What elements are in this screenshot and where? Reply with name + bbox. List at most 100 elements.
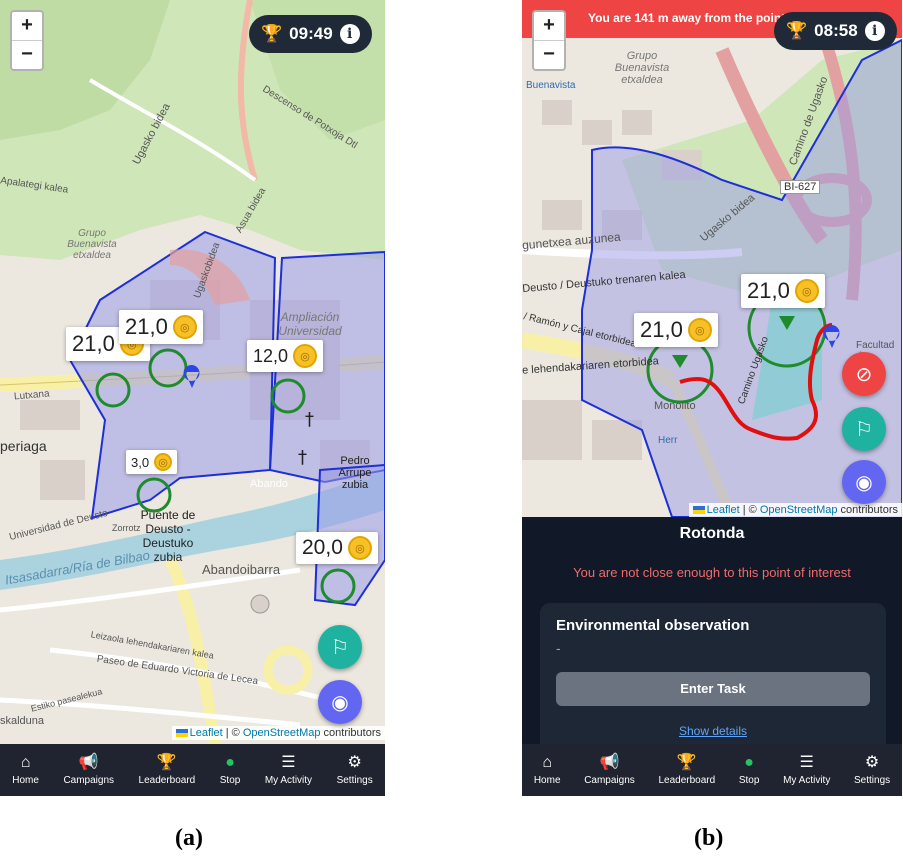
megaphone-icon: 📢 [599, 754, 620, 771]
bottom-nav: ⌂ Home 📢 Campaigns 🏆 Leaderboard ● Stop ☰ My … [0, 744, 385, 796]
poi-marker[interactable]: 21,0 ◎ [119, 310, 203, 344]
nav-settings[interactable]: ⚙ Settings [337, 754, 373, 786]
poi-title: Rotonda [679, 525, 745, 542]
poi-marker[interactable]: 21,0 ◎ [634, 313, 718, 347]
nav-label: My Activity [264, 775, 313, 786]
list-icon: ☰ [281, 754, 296, 771]
list-icon: ☰ [799, 754, 814, 771]
poi-value: 21,0 [72, 331, 115, 356]
nav-label: Leaderboard [138, 775, 196, 786]
nav-label: Home [533, 775, 561, 786]
nav-label: Settings [336, 775, 373, 786]
poi-value: 12,0 [253, 345, 289, 366]
map-label: Herr [658, 435, 678, 446]
map-label: Zorrotz [112, 523, 141, 533]
zoom-out-button[interactable]: − [534, 40, 564, 69]
location-icon: ◉ [331, 691, 349, 714]
zoom-control: + − [10, 10, 44, 71]
enter-task-button[interactable]: Enter Task [556, 672, 870, 706]
nav-label: My Activity [783, 775, 831, 786]
trophy-icon: 🏆 [676, 754, 697, 771]
nav-home[interactable]: ⌂ Home [12, 754, 39, 786]
nav-label: Leaderboard [658, 775, 716, 786]
map-pin-icon: ● [744, 754, 754, 771]
locate-button[interactable]: ◉ [842, 460, 886, 504]
zoom-control: + − [532, 10, 566, 71]
nav-label: Stop [219, 775, 241, 786]
osm-link[interactable]: OpenStreetMap [760, 504, 838, 516]
leaflet-link[interactable]: Leaflet [707, 504, 740, 516]
timer-pill[interactable]: 🏆 09:49 i [249, 15, 372, 53]
poi-value: 20,0 [302, 536, 343, 559]
bottom-nav: ⌂ Home 📢 Campaigns 🏆 Leaderboard ● Stop ☰ My … [522, 744, 902, 796]
map-label: skalduna [0, 715, 45, 727]
attribution-suffix: contributors [320, 727, 381, 739]
nav-stop[interactable]: ● Stop [220, 754, 241, 786]
map-label: Grupo Buenavista etxaldea [67, 228, 117, 261]
coin-icon: ◎ [794, 279, 819, 303]
timer-pill[interactable]: 🏆 08:58 i [774, 12, 897, 50]
route-icon: ⚐ [855, 418, 873, 441]
route-button[interactable]: ⚐ [318, 625, 362, 669]
nav-label: Campaigns [584, 775, 635, 786]
info-icon[interactable]: i [864, 21, 885, 41]
map-label: Grupo Buenavista etxaldea [614, 50, 670, 86]
map-attribution: Leaflet | © OpenStreetMap contributors [688, 503, 902, 517]
task-description: - [556, 640, 561, 656]
map-view[interactable]: Grupo Buenavista etxaldea Buenavista Cam… [522, 0, 902, 517]
leaflet-link[interactable]: Leaflet [190, 727, 223, 739]
nav-campaigns[interactable]: 📢 Campaigns [63, 754, 114, 786]
home-icon: ⌂ [542, 754, 552, 771]
attribution-separator: | © [739, 504, 760, 516]
poi-marker[interactable]: 21,0 ◎ [741, 274, 825, 308]
screen-b: Grupo Buenavista etxaldea Buenavista Cam… [522, 0, 902, 796]
nav-leaderboard[interactable]: 🏆 Leaderboard [658, 754, 715, 786]
nav-campaigns[interactable]: 📢 Campaigns [584, 754, 635, 786]
map-label: Pedro Arrupe zubia [338, 455, 372, 491]
gear-icon: ⚙ [347, 754, 362, 771]
zoom-out-button[interactable]: − [12, 40, 42, 69]
map-view[interactable]: † † Ugasko bidea Descenso de Potxoja Dtl… [0, 0, 385, 744]
no-route-icon: ⊘ [855, 363, 873, 386]
timer-value: 08:58 [814, 21, 858, 40]
osm-link[interactable]: OpenStreetMap [243, 727, 321, 739]
trophy-icon: 🏆 [261, 24, 283, 43]
zoom-in-button[interactable]: + [534, 12, 564, 40]
disable-route-button[interactable]: ⊘ [842, 352, 886, 396]
map-label: BI-627 [780, 180, 821, 194]
nav-leaderboard[interactable]: 🏆 Leaderboard [139, 754, 196, 786]
map-label: Abando [250, 478, 288, 490]
nav-settings[interactable]: ⚙ Settings [854, 754, 890, 786]
zoom-in-button[interactable]: + [12, 12, 42, 40]
ukraine-flag-icon [175, 729, 188, 738]
coin-icon: ◎ [154, 453, 173, 471]
coin-icon: ◎ [347, 536, 372, 560]
show-details-link[interactable]: Show details [556, 724, 870, 738]
nav-home[interactable]: ⌂ Home [534, 754, 561, 786]
nav-my-activity[interactable]: ☰ My Activity [265, 754, 312, 786]
coin-icon: ◎ [687, 318, 712, 342]
nav-label: Settings [854, 775, 891, 786]
poi-marker[interactable]: 3,0 ◎ [126, 450, 178, 474]
info-icon[interactable]: i [339, 24, 360, 44]
proximity-warning: You are not close enough to this point o… [573, 565, 851, 580]
route-button[interactable]: ⚐ [842, 407, 886, 451]
poi-value: 21,0 [125, 314, 168, 339]
poi-value: 21,0 [640, 317, 683, 342]
map-label: periaga [0, 438, 47, 454]
route-icon: ⚐ [331, 636, 349, 659]
task-card: Environmental observation - Enter Task S… [540, 603, 886, 763]
map-attribution: Leaflet | © OpenStreetMap contributors [171, 726, 385, 740]
coin-icon: ◎ [293, 344, 318, 368]
nav-stop[interactable]: ● Stop [739, 754, 760, 786]
poi-marker[interactable]: 12,0 ◎ [247, 340, 324, 372]
timer-value: 09:49 [289, 24, 333, 43]
nav-my-activity[interactable]: ☰ My Activity [783, 754, 830, 786]
ukraine-flag-icon [692, 506, 705, 515]
locate-button[interactable]: ◉ [318, 680, 362, 724]
map-label: Monolito [654, 400, 696, 412]
poi-marker[interactable]: 20,0 ◎ [296, 532, 378, 564]
poi-value: 3,0 [131, 454, 150, 470]
screen-a: † † Ugasko bidea Descenso de Potxoja Dtl… [0, 0, 385, 796]
svg-text:†: † [298, 447, 307, 468]
